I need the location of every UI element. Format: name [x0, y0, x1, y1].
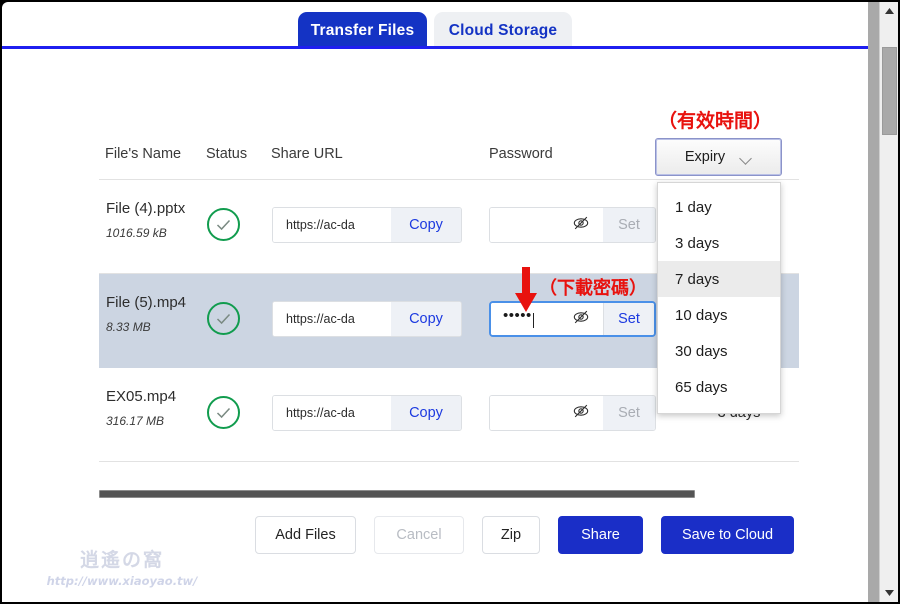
share-url-input[interactable]: https://ac-da: [273, 396, 391, 430]
share-url-group[interactable]: https://ac-da Copy: [272, 395, 462, 431]
tab-strip: Transfer Files Cloud Storage: [2, 2, 868, 49]
expiry-dropdown-menu[interactable]: 1 day 3 days 7 days 10 days 30 days 65 d…: [657, 182, 781, 414]
copy-button[interactable]: Copy: [391, 208, 461, 242]
file-size: 8.33 MB: [106, 320, 151, 334]
watermark-title: 逍遙の窩: [79, 549, 164, 571]
scroll-up-arrow-icon[interactable]: [880, 2, 899, 20]
file-size: 316.17 MB: [106, 414, 165, 428]
file-size: 1016.59 kB: [106, 226, 167, 240]
file-name: File (5).mp4: [106, 294, 187, 311]
save-to-cloud-button[interactable]: Save to Cloud: [661, 516, 794, 554]
tab-cloud-storage[interactable]: Cloud Storage: [434, 12, 572, 49]
row-divider: [99, 461, 799, 462]
share-url-input[interactable]: https://ac-da: [273, 208, 391, 242]
site-watermark: 逍遙の窩 http://www.xiaoyao.tw/: [32, 545, 212, 588]
set-password-button[interactable]: Set: [604, 303, 654, 335]
expiry-option-10-days[interactable]: 10 days: [658, 297, 780, 333]
watermark-url: http://www.xiaoyao.tw/: [46, 574, 198, 588]
add-files-button[interactable]: Add Files: [255, 516, 356, 554]
file-name: EX05.mp4: [106, 388, 177, 405]
password-group[interactable]: Set: [489, 395, 656, 431]
copy-button[interactable]: Copy: [391, 396, 461, 430]
set-password-button[interactable]: Set: [603, 208, 655, 242]
check-circle-icon: [207, 208, 240, 241]
chevron-down-icon: [741, 154, 752, 161]
password-input[interactable]: [490, 208, 603, 242]
column-header-file-name: File's Name: [105, 146, 182, 162]
cancel-button: Cancel: [374, 516, 464, 554]
file-name-cell: File (5).mp4 8.33 MB: [106, 294, 206, 334]
copy-button[interactable]: Copy: [391, 302, 461, 336]
vertical-scrollbar-thumb[interactable]: [882, 47, 897, 135]
annotation-password-note: （下載密碼）: [539, 278, 647, 299]
scroll-down-arrow-icon[interactable]: [880, 584, 899, 602]
footer-button-row: Add Files Cancel Zip Share Save to Cloud: [255, 516, 794, 554]
window-gutter: [868, 2, 879, 602]
share-url-group[interactable]: https://ac-da Copy: [272, 207, 462, 243]
expiry-dropdown-button[interactable]: Expiry: [655, 138, 782, 176]
vertical-scrollbar[interactable]: [879, 2, 898, 602]
expiry-dropdown-label: Expiry: [684, 149, 726, 165]
column-header-password: Password: [489, 146, 553, 162]
annotation-arrow-icon: [514, 267, 538, 314]
file-name: File (4).pptx: [106, 200, 186, 217]
set-password-button[interactable]: Set: [603, 396, 655, 430]
expiry-option-65-days[interactable]: 65 days: [658, 369, 780, 405]
eye-off-icon[interactable]: [571, 401, 591, 426]
expiry-option-1-day[interactable]: 1 day: [658, 189, 780, 225]
horizontal-scrollbar[interactable]: [99, 490, 695, 498]
file-name-cell: EX05.mp4 316.17 MB: [106, 388, 206, 428]
text-caret: [532, 313, 534, 329]
password-input[interactable]: •••••: [491, 303, 604, 335]
check-circle-icon: [207, 396, 240, 429]
eye-off-icon[interactable]: [571, 307, 591, 332]
share-url-group[interactable]: https://ac-da Copy: [272, 301, 462, 337]
browser-viewport: Transfer Files Cloud Storage File's Name…: [2, 2, 868, 602]
annotation-expiry-note: （有效時間）: [658, 110, 773, 132]
expiry-option-3-days[interactable]: 3 days: [658, 225, 780, 261]
zip-button[interactable]: Zip: [482, 516, 540, 554]
password-input[interactable]: [490, 396, 603, 430]
tab-underline: [2, 46, 868, 49]
expiry-option-7-days[interactable]: 7 days: [658, 261, 780, 297]
file-name-cell: File (4).pptx 1016.59 kB: [106, 200, 206, 240]
tab-transfer-files[interactable]: Transfer Files: [298, 12, 427, 49]
screenshot-root: Transfer Files Cloud Storage File's Name…: [0, 0, 900, 604]
check-circle-icon: [207, 302, 240, 335]
password-group[interactable]: Set: [489, 207, 656, 243]
expiry-option-30-days[interactable]: 30 days: [658, 333, 780, 369]
column-header-share-url: Share URL: [271, 146, 343, 162]
eye-off-icon[interactable]: [571, 213, 591, 238]
share-url-input[interactable]: https://ac-da: [273, 302, 391, 336]
share-button[interactable]: Share: [558, 516, 643, 554]
column-header-status: Status: [206, 146, 248, 162]
